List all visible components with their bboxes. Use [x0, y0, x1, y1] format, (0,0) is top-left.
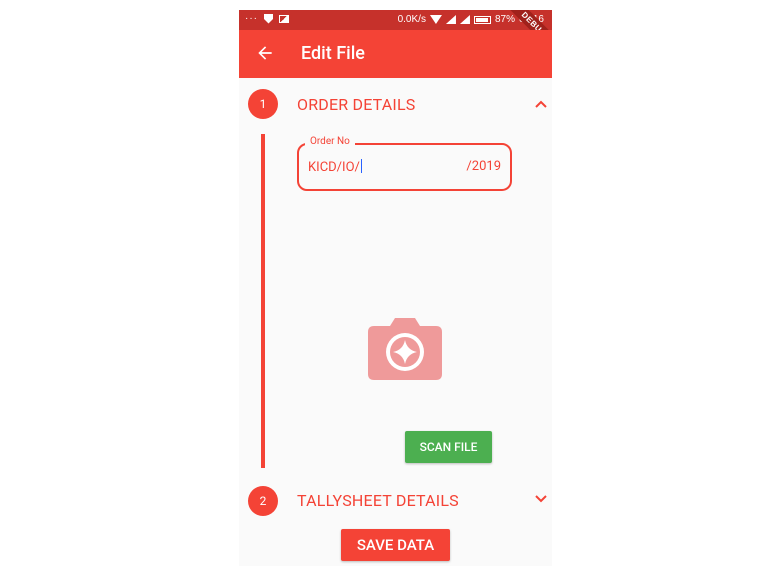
- wifi-icon: [429, 15, 442, 24]
- more-notifications-icon: ···: [245, 13, 258, 24]
- camera-icon[interactable]: [368, 318, 442, 380]
- scan-file-button[interactable]: SCAN FILE: [405, 431, 492, 463]
- status-bar: ··· 0.0K/s 87% 07:16: [239, 10, 552, 30]
- chevron-up-icon[interactable]: [535, 100, 547, 108]
- battery-icon: [473, 15, 491, 24]
- arrow-back-icon[interactable]: [255, 43, 275, 63]
- order-no-input[interactable]: KICD/IO/: [308, 159, 363, 175]
- battery-percent: 87%: [494, 14, 515, 25]
- step-number-circle: 1: [248, 89, 278, 119]
- step-title: TALLYSHEET DETAILS: [297, 491, 459, 510]
- image-notification-icon: [279, 14, 289, 23]
- order-no-label: Order No: [305, 136, 355, 147]
- order-no-prefix: KICD/IO/: [308, 160, 360, 175]
- order-no-field[interactable]: Order No KICD/IO/ /2019: [297, 136, 512, 191]
- order-no-suffix: /2019: [466, 159, 501, 174]
- signal-icon-2: [459, 15, 470, 24]
- step-connector-line: [261, 134, 265, 468]
- app-bar: Edit File: [239, 30, 552, 78]
- phone-screen: ··· 0.0K/s 87% 07:16 DEBUG Edit File 1 O…: [239, 10, 552, 566]
- text-cursor: [360, 159, 363, 173]
- network-speed: 0.0K/s: [397, 14, 426, 25]
- save-data-button[interactable]: SAVE DATA: [341, 529, 450, 561]
- step-number-circle: 2: [248, 486, 278, 516]
- step-title: ORDER DETAILS: [297, 95, 416, 114]
- chevron-down-icon[interactable]: [535, 495, 547, 503]
- signal-icon: [445, 15, 456, 24]
- shield-icon: [264, 13, 273, 24]
- page-title: Edit File: [301, 43, 365, 64]
